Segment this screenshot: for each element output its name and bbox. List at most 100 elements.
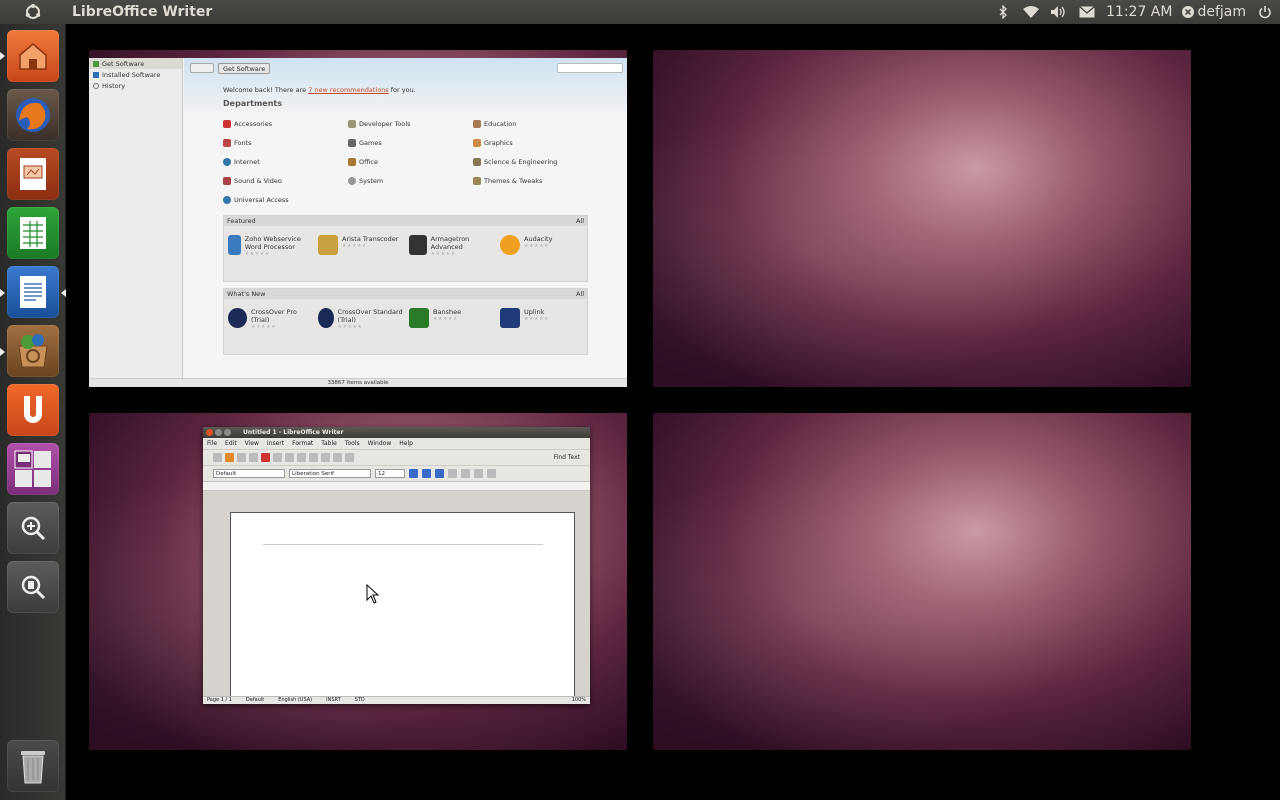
breadcrumb[interactable]: Get Software [218, 62, 271, 74]
dept-item[interactable]: Themes & Tweaks [473, 177, 542, 185]
paste-icon[interactable] [309, 453, 318, 462]
workspace-4[interactable] [653, 413, 1191, 750]
back-forward-buttons[interactable] [190, 63, 214, 73]
menu-help[interactable]: Help [399, 440, 413, 447]
align-left-icon[interactable] [448, 469, 457, 478]
featured-app[interactable]: Armagetron Advanced ★★★★★ [409, 235, 495, 257]
sc-sidebar-get-software[interactable]: Get Software [89, 58, 182, 69]
paragraph-style-select[interactable]: Default [213, 469, 285, 478]
menu-file[interactable]: File [207, 440, 217, 447]
dept-item[interactable]: Science & Engineering [473, 158, 557, 166]
font-size-select[interactable]: 12 [375, 469, 405, 478]
dept-item[interactable]: Developer Tools [348, 120, 411, 128]
font-name-select[interactable]: Liberation Serif [289, 469, 371, 478]
maximize-icon[interactable] [224, 429, 231, 436]
dash-files-icon[interactable] [7, 561, 59, 613]
dept-item[interactable]: Graphics [473, 139, 513, 147]
minimize-icon[interactable] [215, 429, 222, 436]
search-input[interactable] [557, 63, 623, 73]
find-text-label[interactable]: Find Text [554, 454, 580, 461]
top-panel: LibreOffice Writer 11:27 AM defjam [0, 0, 1280, 24]
horizontal-ruler[interactable] [203, 481, 590, 491]
new-app[interactable]: Banshee ★★★★★ [409, 308, 495, 328]
user-status-icon [1182, 6, 1195, 18]
justify-icon[interactable] [487, 469, 496, 478]
trash-icon[interactable] [7, 740, 59, 792]
featured-app[interactable]: Zoho Webservice Word Processor ★★★★★ [228, 235, 314, 257]
whats-new-all-link[interactable]: All [576, 290, 584, 298]
bold-icon[interactable] [409, 469, 418, 478]
cut-icon[interactable] [285, 453, 294, 462]
power-icon[interactable] [1256, 3, 1274, 21]
new-icon[interactable] [213, 453, 222, 462]
ubuntu-one-icon[interactable] [7, 384, 59, 436]
menu-edit[interactable]: Edit [225, 440, 237, 447]
menu-view[interactable]: View [245, 440, 259, 447]
bluetooth-icon[interactable] [994, 3, 1012, 21]
featured-title: Featured [227, 217, 256, 225]
recommendations-link[interactable]: 7 new recommendations [308, 86, 389, 94]
dept-item[interactable]: Accessories [223, 120, 272, 128]
dept-item[interactable]: Office [348, 158, 378, 166]
close-icon[interactable] [206, 429, 213, 436]
dept-item[interactable]: Education [473, 120, 516, 128]
writer-titlebar[interactable]: Untitled 1 - LibreOffice Writer [203, 427, 590, 438]
workspace-2[interactable] [653, 50, 1191, 387]
writer-menubar: File Edit View Insert Format Table Tools… [203, 438, 590, 449]
featured-app[interactable]: Audacity ★★★★★ [500, 235, 586, 255]
workspace-switcher-icon[interactable] [7, 443, 59, 495]
wifi-icon[interactable] [1022, 3, 1040, 21]
new-app[interactable]: CrossOver Pro (Trial) ★★★★★ [228, 308, 314, 330]
spellcheck-icon[interactable] [273, 453, 282, 462]
open-icon[interactable] [225, 453, 234, 462]
document-page[interactable] [230, 512, 575, 704]
writer-status-bar: Page 1 / 1 Default English (USA) INSRT S… [203, 696, 590, 704]
menu-tools[interactable]: Tools [345, 440, 360, 447]
featured-app[interactable]: Arista Transcoder ★★★★★ [318, 235, 404, 255]
impress-icon[interactable] [7, 148, 59, 200]
sc-sidebar-history[interactable]: History [89, 80, 182, 91]
align-right-icon[interactable] [474, 469, 483, 478]
user-menu[interactable]: defjam [1182, 4, 1246, 20]
home-folder-icon[interactable] [7, 30, 59, 82]
calc-icon[interactable] [7, 207, 59, 259]
firefox-icon[interactable] [7, 89, 59, 141]
dept-item[interactable]: Fonts [223, 139, 252, 147]
menu-insert[interactable]: Insert [267, 440, 284, 447]
dept-item[interactable]: Universal Access [223, 196, 289, 204]
ubuntu-logo-icon[interactable] [0, 0, 66, 24]
pdf-icon[interactable] [261, 453, 270, 462]
save-icon[interactable] [237, 453, 246, 462]
software-center-icon[interactable] [7, 325, 59, 377]
dept-item[interactable]: Sound & Video [223, 177, 282, 185]
redo-icon[interactable] [333, 453, 342, 462]
new-app[interactable]: CrossOver Standard (Trial) ★★★★★ [318, 308, 404, 330]
writer-icon[interactable] [7, 266, 59, 318]
status-language: English (USA) [278, 697, 313, 703]
welcome-text: Welcome back! There are 7 new recommenda… [223, 86, 416, 94]
underline-icon[interactable] [435, 469, 444, 478]
software-center-window[interactable]: Get Software Installed Software History … [89, 58, 627, 387]
mail-icon[interactable] [1078, 3, 1096, 21]
menu-format[interactable]: Format [292, 440, 313, 447]
italic-icon[interactable] [422, 469, 431, 478]
print-icon[interactable] [249, 453, 258, 462]
document-area[interactable] [208, 493, 585, 704]
writer-window[interactable]: Untitled 1 - LibreOffice Writer File Edi… [203, 427, 590, 704]
menu-table[interactable]: Table [321, 440, 337, 447]
align-center-icon[interactable] [461, 469, 470, 478]
status-style: Default [245, 697, 265, 703]
copy-icon[interactable] [297, 453, 306, 462]
menu-window[interactable]: Window [368, 440, 392, 447]
dept-item[interactable]: Internet [223, 158, 260, 166]
dept-item[interactable]: Games [348, 139, 382, 147]
featured-all-link[interactable]: All [576, 217, 584, 225]
dash-apps-icon[interactable] [7, 502, 59, 554]
clock[interactable]: 11:27 AM [1106, 4, 1172, 20]
undo-icon[interactable] [321, 453, 330, 462]
table-icon[interactable] [345, 453, 354, 462]
new-app[interactable]: Uplink ★★★★★ [500, 308, 586, 328]
dept-item[interactable]: System [348, 177, 383, 185]
sc-sidebar-installed[interactable]: Installed Software [89, 69, 182, 80]
volume-icon[interactable] [1050, 3, 1068, 21]
